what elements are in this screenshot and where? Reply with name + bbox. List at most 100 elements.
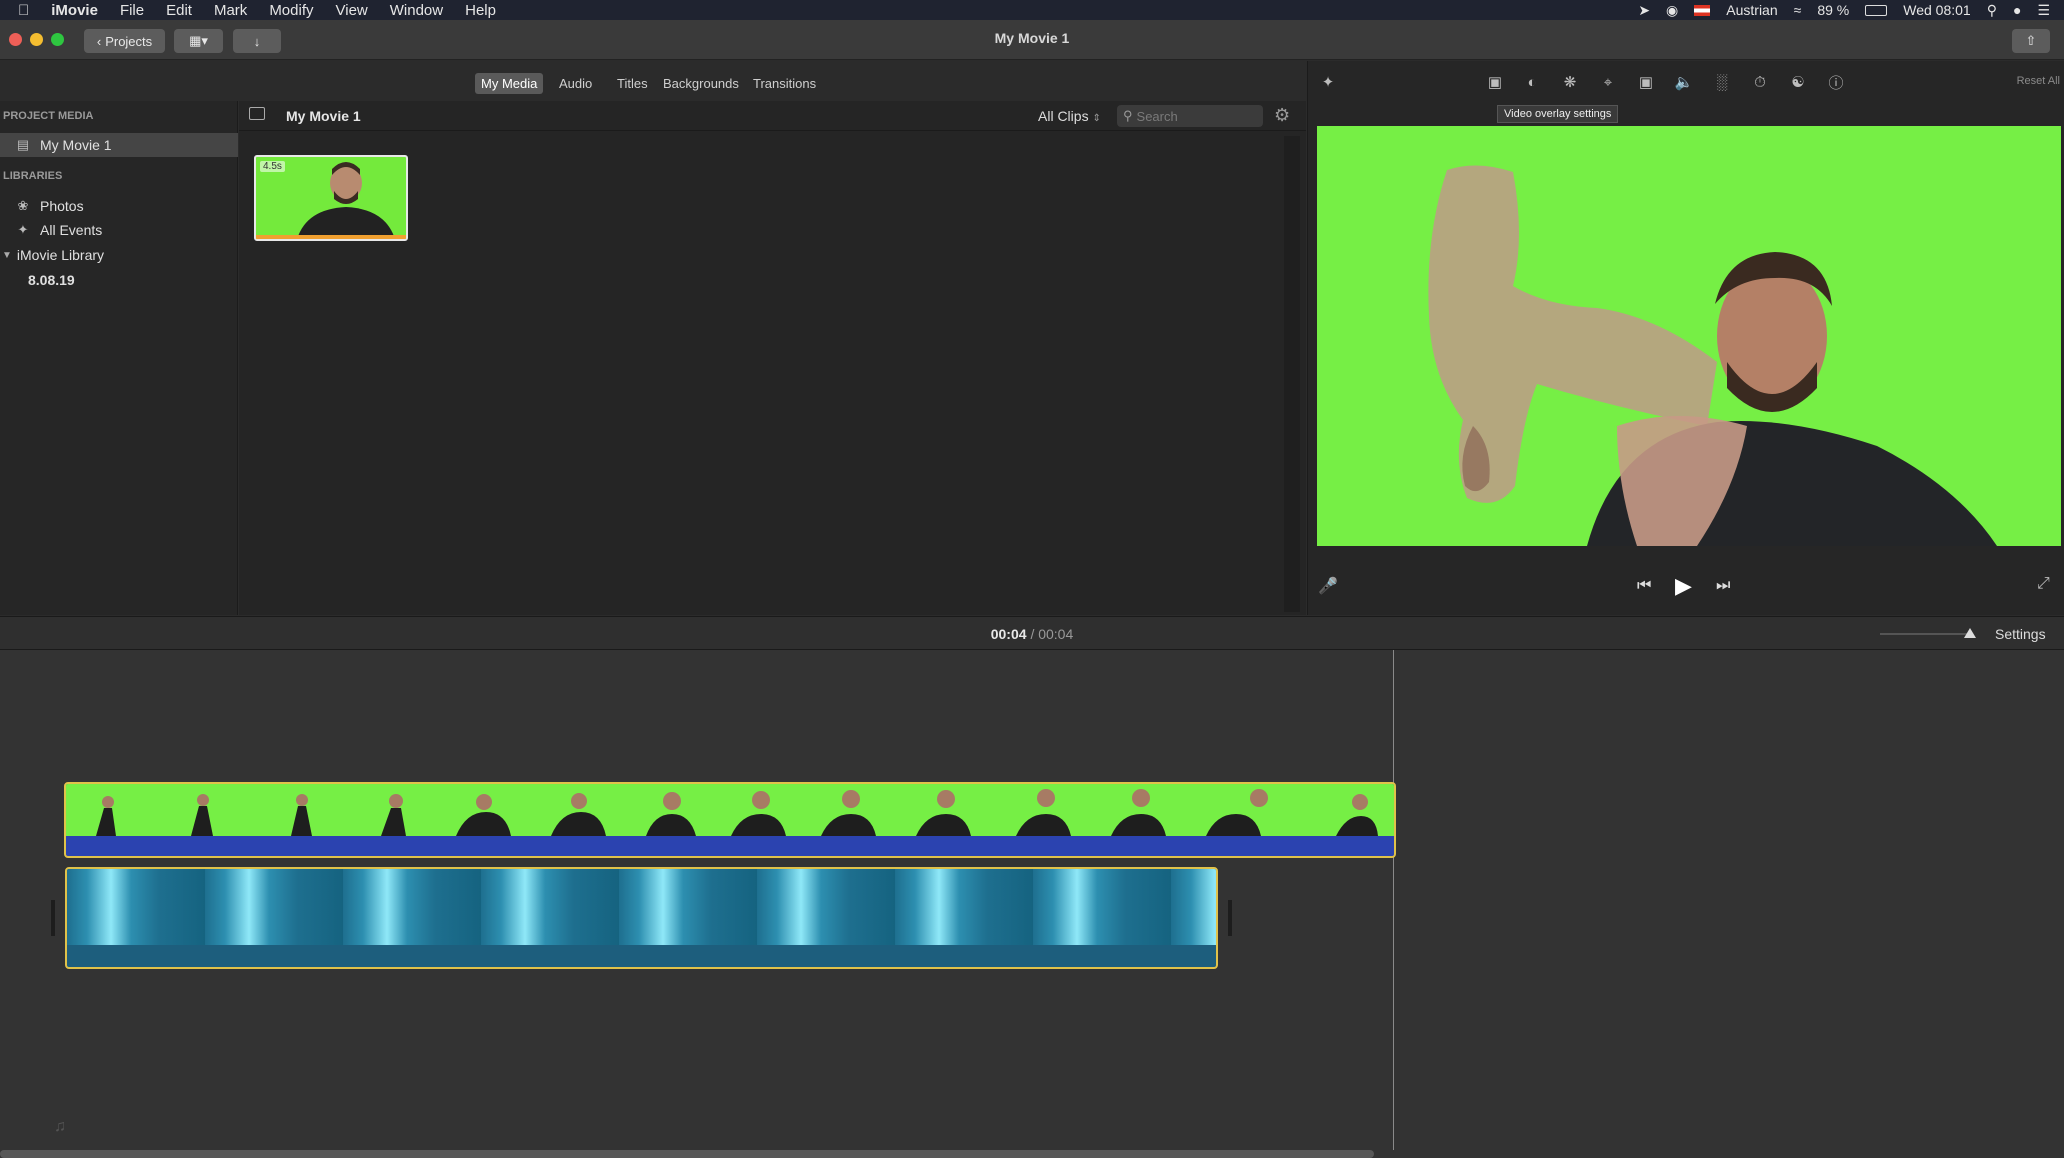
clip-filter-value: All Clips: [1038, 108, 1089, 124]
current-time: 00:04: [990, 626, 1027, 642]
clock[interactable]: Wed 08:01: [1903, 2, 1970, 18]
window-title: My Movie 1: [994, 30, 1070, 46]
color-balance-icon[interactable]: ◐: [1522, 72, 1542, 92]
color-correction-icon[interactable]: ❋: [1560, 72, 1580, 92]
zoom-slider-knob[interactable]: [1964, 628, 1976, 638]
clip-filter-icon[interactable]: ☯: [1788, 72, 1808, 92]
sidebar-item-label: iMovie Library: [16, 247, 105, 263]
audio-clip-left-handle[interactable]: [51, 900, 55, 936]
apple-icon[interactable]: : [18, 2, 29, 19]
zoom-slider[interactable]: [1880, 628, 1976, 638]
location-icon[interactable]: ➤: [1638, 2, 1650, 19]
volume-icon[interactable]: 🔈: [1674, 72, 1694, 92]
menu-modify[interactable]: Modify: [269, 2, 313, 19]
magic-wand-icon[interactable]: ✦: [1318, 72, 1338, 92]
updown-chevron-icon: ⇕: [1092, 113, 1101, 124]
photos-icon: ❀: [17, 198, 29, 213]
sidebar-toggle-icon[interactable]: [249, 107, 265, 120]
keyboard-layout[interactable]: Austrian: [1726, 2, 1777, 18]
play-button[interactable]: ▶: [1675, 573, 1692, 599]
menu-bar:  iMovie File Edit Mark Modify View Wind…: [0, 0, 2064, 20]
sidebar-item-imovie-library[interactable]: ▼ iMovie Library: [0, 243, 238, 267]
menu-view[interactable]: View: [336, 2, 368, 19]
sidebar-item-event[interactable]: 8.08.19: [0, 268, 238, 292]
libraries-sidebar: PROJECT MEDIA ▤ My Movie 1 LIBRARIES ❀ P…: [0, 101, 238, 615]
search-placeholder: Search: [1136, 108, 1178, 124]
video-clip[interactable]: [64, 782, 1396, 858]
share-button[interactable]: ⇧: [2012, 29, 2050, 53]
browser-settings-gear-icon[interactable]: ⚙: [1274, 105, 1290, 126]
browser-scrollbar[interactable]: [1284, 136, 1300, 612]
share-icon: ⇧: [2025, 33, 2037, 48]
sidebar-item-label: All Events: [40, 222, 103, 238]
notification-center-icon[interactable]: ☰: [2037, 2, 2050, 19]
sidebar-item-label: My Movie 1: [40, 137, 112, 153]
timeline-settings-button[interactable]: Settings: [1995, 626, 2046, 642]
menu-window[interactable]: Window: [390, 2, 443, 19]
speed-icon[interactable]: ⏱: [1750, 72, 1770, 92]
screen-record-icon[interactable]: ◉: [1666, 2, 1678, 19]
background-clip[interactable]: [65, 867, 1218, 969]
fullscreen-icon[interactable]: ⤢: [2037, 575, 2050, 593]
battery-percent[interactable]: 89 %: [1817, 2, 1849, 18]
timeline-header: 00:04 / 00:04 Settings: [0, 616, 2064, 650]
sidebar-item-photos[interactable]: ❀ Photos: [0, 194, 238, 218]
skip-back-icon[interactable]: ⏮: [1637, 577, 1651, 595]
menu-mark[interactable]: Mark: [214, 2, 247, 19]
project-media-header: PROJECT MEDIA: [3, 110, 94, 122]
sidebar-item-label: 8.08.19: [28, 272, 75, 288]
star-box-icon: ✦: [17, 222, 29, 237]
menu-app-name[interactable]: iMovie: [51, 2, 98, 19]
battery-icon[interactable]: [1865, 4, 1888, 16]
libraries-header: LIBRARIES: [3, 170, 63, 182]
preview-person-image: [1428, 165, 1997, 546]
menu-file[interactable]: File: [120, 2, 144, 19]
viewer-panel: ✦ ▣ ◐ ❋ ⌖ ▣ 🔈 ░ ⏱ ☯ ⓘ Reset All Video ov…: [1307, 61, 2064, 615]
clip-filter-select[interactable]: All Clips ⇕: [1038, 108, 1101, 124]
menu-edit[interactable]: Edit: [166, 2, 192, 19]
tab-my-media[interactable]: My Media: [475, 73, 544, 94]
timecode-display: 00:04 / 00:04: [0, 626, 2064, 642]
clip-info-icon[interactable]: ⓘ: [1826, 72, 1846, 92]
stabilization-camera-icon[interactable]: ▣: [1636, 72, 1656, 92]
sidebar-item-my-movie[interactable]: ▤ My Movie 1: [0, 133, 238, 157]
video-overlay-settings-icon[interactable]: ▣: [1485, 72, 1505, 92]
video-preview[interactable]: [1317, 126, 2061, 546]
browser-title: My Movie 1: [286, 108, 361, 124]
wifi-icon[interactable]: ≈: [1794, 2, 1802, 18]
clip-person-image: [297, 162, 395, 239]
filmstrip-frames: [96, 789, 1378, 836]
sidebar-item-label: Photos: [40, 198, 84, 214]
media-clip-thumbnail[interactable]: 4.5s: [254, 155, 408, 241]
siri-icon[interactable]: ●: [2013, 2, 2021, 18]
tab-titles[interactable]: Titles: [611, 73, 654, 94]
skip-forward-icon[interactable]: ⏭: [1716, 577, 1730, 595]
spotlight-search-icon[interactable]: ⚲: [1987, 2, 1997, 19]
search-field[interactable]: ⚲ Search: [1117, 105, 1263, 127]
tooltip: Video overlay settings: [1497, 105, 1619, 123]
time-separator: /: [1030, 626, 1035, 642]
clip-used-indicator: [256, 235, 406, 239]
project-icon: ▤: [16, 137, 30, 152]
total-time: 00:04: [1038, 626, 1074, 642]
search-icon: ⚲: [1123, 108, 1133, 123]
tab-transitions[interactable]: Transitions: [747, 73, 822, 94]
media-browser: My Movie 1 All Clips ⇕ ⚲ Search ⚙ 4.5s: [239, 101, 1306, 615]
browser-tabs-bar: My Media Audio Titles Backgrounds Transi…: [0, 61, 1306, 101]
reset-all-button[interactable]: Reset All: [2017, 75, 2060, 87]
timeline-horizontal-scrollbar[interactable]: [0, 1150, 1374, 1158]
tab-audio[interactable]: Audio: [553, 73, 598, 94]
microphone-icon[interactable]: 🎤: [1318, 576, 1338, 596]
music-note-icon[interactable]: ♫: [54, 1118, 66, 1136]
window-toolbar: ‹ Projects ▦▾ ↓ My Movie 1 ⇧: [0, 20, 2064, 60]
equalizer-icon[interactable]: ░: [1712, 72, 1732, 92]
tab-backgrounds[interactable]: Backgrounds: [657, 73, 745, 94]
sidebar-item-all-events[interactable]: ✦ All Events: [0, 218, 238, 242]
flag-icon: [1694, 4, 1711, 16]
timeline[interactable]: ♫: [0, 650, 2064, 1158]
menu-help[interactable]: Help: [465, 2, 496, 19]
playhead[interactable]: [1393, 650, 1394, 1150]
background-clip-right-handle[interactable]: [1228, 900, 1232, 936]
crop-icon[interactable]: ⌖: [1598, 72, 1618, 92]
disclosure-triangle-icon[interactable]: ▼: [2, 250, 12, 261]
